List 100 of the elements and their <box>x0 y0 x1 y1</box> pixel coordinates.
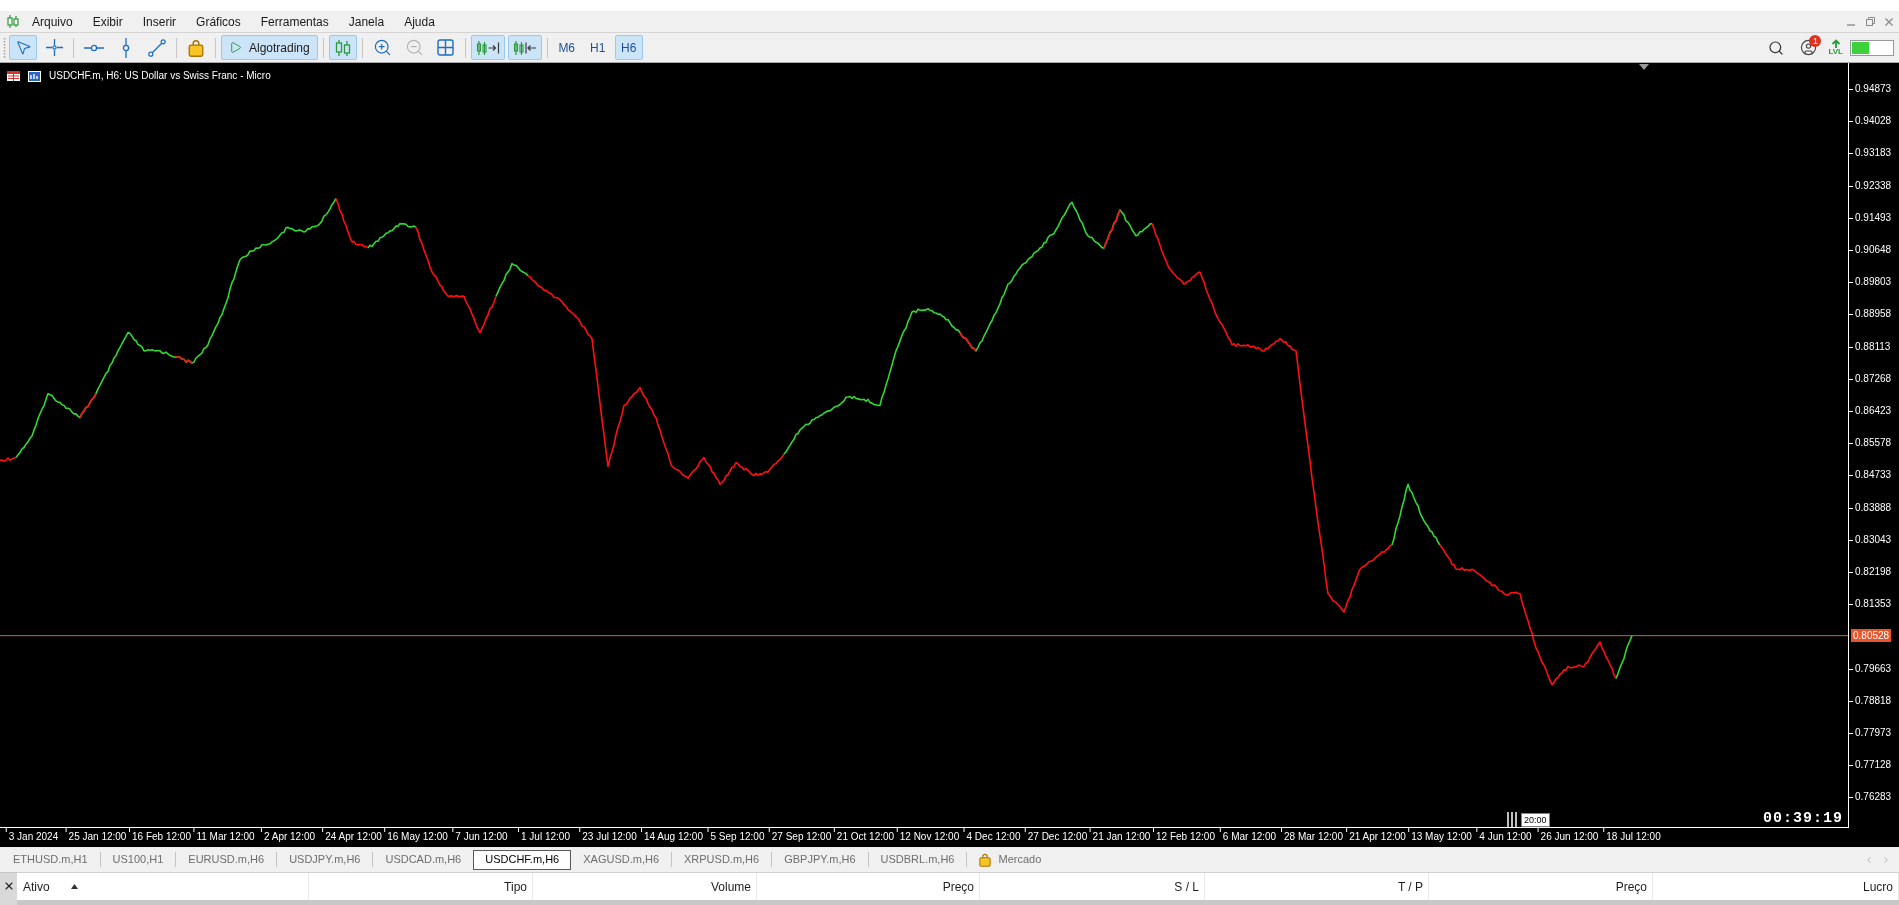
time-axis-label: 5 Sep 12:00 <box>707 828 765 843</box>
algotrading-button[interactable]: Algotrading <box>221 35 318 60</box>
time-axis-label: 28 Mar 12:00 <box>1281 828 1343 843</box>
time-axis-label: 26 Jun 12:00 <box>1537 828 1599 843</box>
zoom-in-icon <box>372 38 392 57</box>
menu-item[interactable]: Janela <box>348 15 385 28</box>
up-arrow-icon <box>1830 39 1841 48</box>
time-axis-label: 14 Aug 12:00 <box>641 828 703 843</box>
play-icon <box>229 41 242 54</box>
time-axis-label: 18 Jul 12:00 <box>1603 828 1661 843</box>
symbol-tab[interactable]: US100,H1 <box>100 849 176 870</box>
signal-meter-icon <box>1850 39 1894 56</box>
price-axis-label: 0.81353 <box>1849 598 1892 611</box>
price-axis-label: 0.83888 <box>1849 501 1892 514</box>
user-circle-icon <box>1800 39 1817 56</box>
restore-icon <box>1865 17 1875 26</box>
time-axis-label: 21 Apr 12:00 <box>1346 828 1406 843</box>
symbol-tab[interactable]: XAGUSD.m,H6 <box>571 849 671 870</box>
time-axis-label: 12 Nov 12:00 <box>896 828 960 843</box>
price-axis-label: 0.93183 <box>1849 147 1892 160</box>
chart-title: USDCHF.m, H6: US Dollar vs Swiss Franc - Micro <box>49 70 271 82</box>
price-axis-label: 0.86423 <box>1849 405 1892 417</box>
close-window-button[interactable] <box>1884 16 1894 27</box>
symbol-tab[interactable]: USDCHF.m,H6 <box>473 849 572 870</box>
candlestick-chart-button[interactable] <box>328 35 357 60</box>
price-axis-label: 0.90648 <box>1849 244 1892 256</box>
crosshair-icon <box>45 39 63 56</box>
time-axis-label: 27 Dec 12:00 <box>1024 828 1088 843</box>
close-icon <box>1885 17 1893 26</box>
price-axis-label: 0.77973 <box>1849 727 1892 739</box>
chart-shift-button[interactable] <box>507 35 542 60</box>
menu-item[interactable]: Gráficos <box>196 15 241 28</box>
price-axis-label: 0.88113 <box>1849 340 1891 353</box>
table-icon <box>7 71 20 81</box>
horizontal-line-icon <box>84 43 104 52</box>
time-axis-label: 24 Apr 12:00 <box>322 828 382 843</box>
pointer-tool-button[interactable] <box>9 35 37 60</box>
bars-arrow-left-icon <box>512 39 537 56</box>
time-axis-label: 4 Dec 12:00 <box>963 828 1021 843</box>
time-axis-label: 23 Jul 12:00 <box>579 828 637 843</box>
timeframe-button[interactable]: H1 <box>583 35 612 60</box>
candlestick-icon <box>334 38 351 57</box>
price-axis-label: 0.94028 <box>1849 115 1892 128</box>
zoom-out-icon <box>404 38 424 57</box>
time-axis-label: 21 Oct 12:00 <box>833 828 895 843</box>
time-axis-label: 3 Jan 2024 <box>5 828 59 843</box>
time-axis-label: 11 Mar 12:00 <box>193 828 255 843</box>
pointer-icon <box>14 39 32 56</box>
auto-scroll-button[interactable] <box>470 35 505 60</box>
timeframe-button[interactable]: M6 <box>552 35 581 60</box>
price-axis-label: 0.82198 <box>1849 566 1892 578</box>
grip-icon <box>3 36 6 59</box>
menu-item[interactable]: Exibir <box>92 15 123 28</box>
price-axis-label: 0.87268 <box>1849 372 1892 385</box>
bars-arrow-right-icon <box>475 39 500 56</box>
symbol-tab[interactable]: USDCAD.m,H6 <box>373 849 474 870</box>
symbol-tab[interactable]: USDJPY.m,H6 <box>277 849 373 870</box>
time-axis-label: 16 Feb 12:00 <box>129 828 191 843</box>
menu-item[interactable]: Ajuda <box>404 15 435 28</box>
shopping-bag-icon <box>979 852 992 867</box>
trend-line-icon <box>148 38 166 57</box>
time-marker-label: 20:00 <box>1521 813 1550 827</box>
time-axis-label: 2 Apr 12:00 <box>260 828 316 843</box>
price-axis-label: 0.88958 <box>1849 308 1892 321</box>
menu-item[interactable]: Arquivo <box>32 15 73 28</box>
symbol-tab[interactable]: GBPJPY.m,H6 <box>772 849 868 870</box>
price-axis-label: 0.83043 <box>1849 533 1892 546</box>
search-icon <box>1768 39 1785 56</box>
time-axis-label: 12 Feb 12:00 <box>1153 828 1215 843</box>
notification-badge: 1 <box>1809 34 1822 47</box>
notifications-button[interactable]: 1 <box>1795 35 1822 60</box>
symbol-tab[interactable]: XRPUSD.m,H6 <box>672 849 772 870</box>
price-axis-label: 0.85578 <box>1849 437 1892 450</box>
time-axis-label: 16 May 12:00 <box>384 828 448 843</box>
symbol-tab[interactable]: ETHUSD.m,H1 <box>1 849 100 870</box>
restore-button[interactable] <box>1865 16 1875 27</box>
time-axis-label: 21 Jan 12:00 <box>1089 828 1151 843</box>
price-axis-label: 0.92338 <box>1849 179 1892 192</box>
menu-item[interactable]: Inserir <box>142 15 177 28</box>
sort-ascending-icon <box>70 884 78 889</box>
time-axis-label: 4 Jun 12:00 <box>1476 828 1532 843</box>
time-axis-label: 25 Jan 12:00 <box>65 828 127 843</box>
price-axis-label: 0.94873 <box>1849 83 1892 95</box>
price-axis-label: 0.89803 <box>1849 276 1892 289</box>
bid-price-label: 0.80528 <box>1851 629 1892 643</box>
price-axis-label: 0.84733 <box>1849 469 1892 482</box>
price-axis-label: 0.79663 <box>1849 662 1892 675</box>
symbol-tab[interactable]: EURUSD.m,H6 <box>176 849 277 870</box>
symbol-tab[interactable]: USDBRL.m,H6 <box>868 849 967 870</box>
time-axis-label: 13 May 12:00 <box>1408 828 1472 843</box>
vertical-line-icon <box>122 37 130 58</box>
timeframe-button[interactable]: H6 <box>614 35 643 60</box>
time-axis-label: 1 Jul 12:00 <box>518 828 570 843</box>
grid-icon <box>437 39 455 56</box>
price-axis-label: 0.77128 <box>1849 759 1892 772</box>
market-tab-button[interactable]: Mercado <box>967 849 1054 870</box>
chart-window-icon <box>7 15 19 28</box>
time-axis-label: 27 Sep 12:00 <box>768 828 832 843</box>
menu-item[interactable]: Ferramentas <box>260 15 329 28</box>
bar-countdown-timer: 00:39:19 <box>1763 811 1843 826</box>
